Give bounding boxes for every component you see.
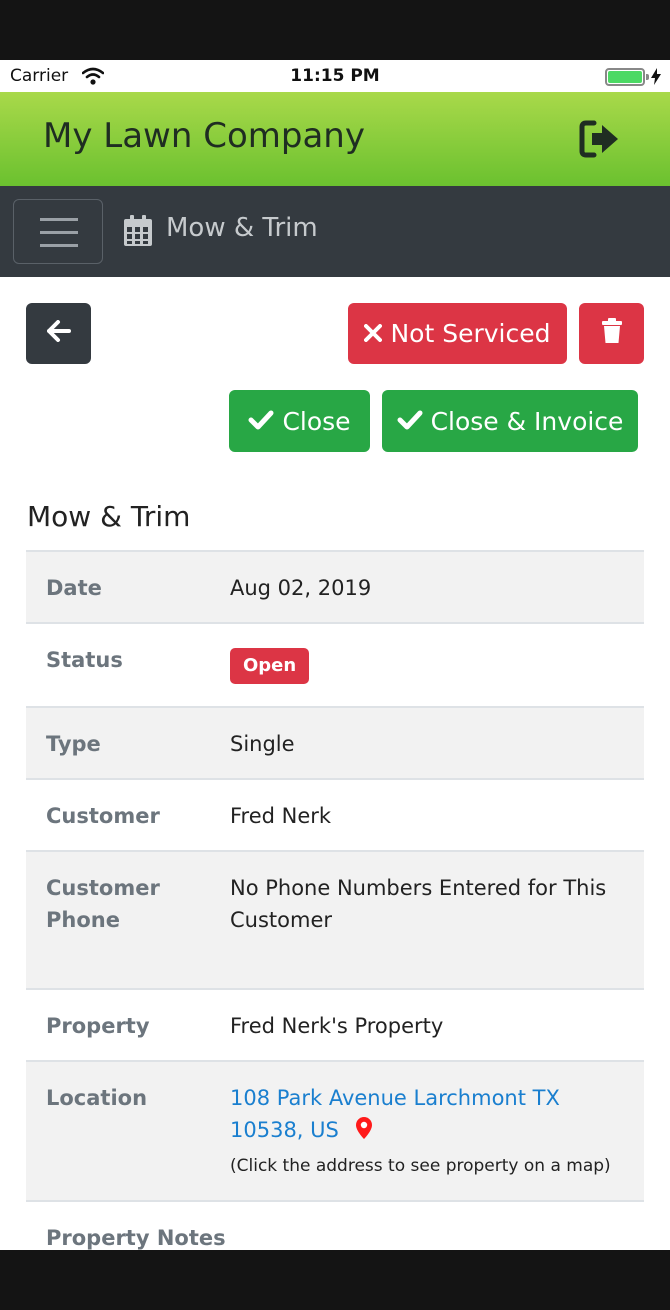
type-label: Type xyxy=(46,732,101,756)
check-icon xyxy=(397,407,423,436)
table-row-customer-phone: Customer Phone No Phone Numbers Entered … xyxy=(26,850,644,988)
location-link[interactable]: 108 Park Avenue Larchmont TX 10538, US xyxy=(230,1086,560,1142)
customer-phone-value: No Phone Numbers Entered for This Custom… xyxy=(230,872,630,936)
not-serviced-button[interactable]: Not Serviced xyxy=(348,303,567,364)
map-marker-icon[interactable] xyxy=(355,1116,372,1148)
table-row-property-notes: Property Notes xyxy=(26,1200,644,1250)
sign-out-icon[interactable] xyxy=(578,119,622,159)
check-icon xyxy=(248,407,274,436)
app-screen: Carrier 11:15 PM My Lawn Company Mow & T… xyxy=(0,60,670,1250)
close-label: Close xyxy=(282,406,351,436)
hamburger-icon-bar xyxy=(40,244,78,247)
date-value: Aug 02, 2019 xyxy=(230,576,372,600)
customer-phone-label: Customer Phone xyxy=(46,872,160,936)
status-value-cell: Open xyxy=(230,648,630,684)
status-bar: Carrier 11:15 PM xyxy=(0,60,670,92)
hamburger-icon xyxy=(40,218,78,221)
property-notes-label: Property Notes xyxy=(46,1226,226,1250)
app-header: My Lawn Company xyxy=(0,92,670,186)
table-row-customer: Customer Fred Nerk xyxy=(26,778,644,850)
device-top-bezel xyxy=(0,0,670,60)
navbar-title: Mow & Trim xyxy=(166,213,318,243)
close-invoice-label: Close & Invoice xyxy=(430,406,624,436)
charging-icon xyxy=(651,68,661,89)
customer-phone-label-line2: Phone xyxy=(46,908,120,932)
customer-phone-value-line2: Customer xyxy=(230,908,333,932)
trash-icon xyxy=(601,317,623,350)
back-button[interactable] xyxy=(26,303,91,364)
calendar-icon xyxy=(122,214,154,252)
not-serviced-label: Not Serviced xyxy=(390,319,551,348)
type-value: Single xyxy=(230,732,295,756)
status-label: Status xyxy=(46,648,123,672)
location-line1: 108 Park Avenue Larchmont TX xyxy=(230,1086,560,1110)
location-line2: 10538, US xyxy=(230,1118,339,1142)
close-and-invoice-button[interactable]: Close & Invoice xyxy=(382,390,638,452)
customer-phone-label-line1: Customer xyxy=(46,876,160,900)
job-details-table: Date Aug 02, 2019 Status Open Type Singl… xyxy=(26,550,644,1250)
brand-title: My Lawn Company xyxy=(43,116,365,156)
menu-toggle-button[interactable] xyxy=(13,199,103,264)
arrow-left-icon xyxy=(46,319,71,348)
status-badge: Open xyxy=(230,648,310,684)
property-value: Fred Nerk's Property xyxy=(230,1014,444,1038)
device-bottom-bezel xyxy=(0,1250,670,1310)
table-row-date: Date Aug 02, 2019 xyxy=(26,550,644,622)
close-button[interactable]: Close xyxy=(229,390,370,452)
table-row-location: Location 108 Park Avenue Larchmont TX 10… xyxy=(26,1060,644,1200)
hamburger-icon-bar xyxy=(40,231,78,234)
times-icon xyxy=(364,319,383,348)
delete-button[interactable] xyxy=(579,303,644,364)
customer-value: Fred Nerk xyxy=(230,804,332,828)
date-label: Date xyxy=(46,576,102,600)
clock: 11:15 PM xyxy=(290,66,380,86)
battery-icon xyxy=(605,68,649,86)
section-title: Mow & Trim xyxy=(27,500,191,533)
navbar: Mow & Trim xyxy=(0,186,670,277)
property-label: Property xyxy=(46,1014,150,1038)
location-label: Location xyxy=(46,1086,148,1110)
table-row-status: Status Open xyxy=(26,622,644,706)
location-value: 108 Park Avenue Larchmont TX 10538, US (… xyxy=(230,1082,630,1180)
table-row-type: Type Single xyxy=(26,706,644,778)
table-row-property: Property Fred Nerk's Property xyxy=(26,988,644,1060)
customer-phone-value-line1: No Phone Numbers Entered for This xyxy=(230,876,607,900)
customer-label: Customer xyxy=(46,804,160,828)
location-hint: (Click the address to see property on a … xyxy=(230,1156,611,1176)
